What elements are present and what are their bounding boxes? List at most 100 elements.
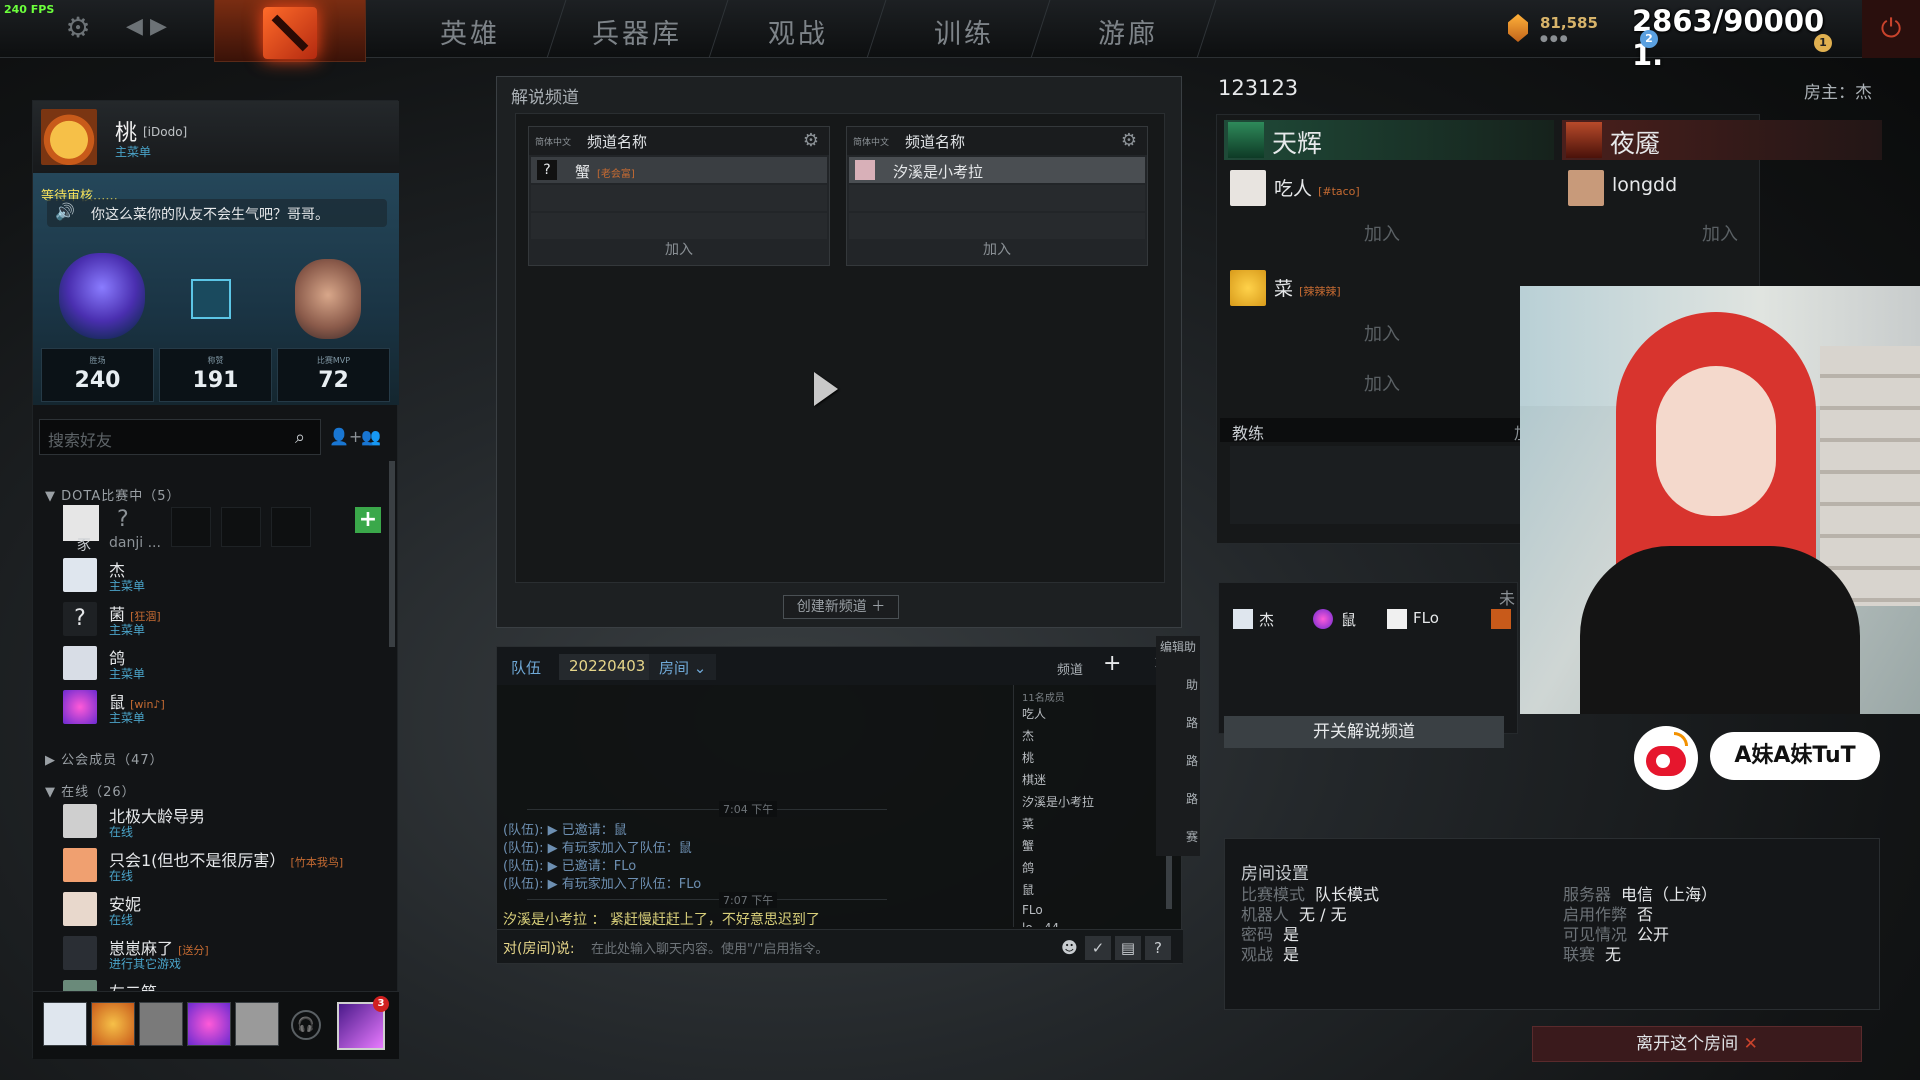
- friend-row[interactable]: 鼠 [win♪] 主菜单: [63, 687, 383, 727]
- group-dota-playing[interactable]: ▼ DOTA比赛中（5）: [45, 485, 180, 504]
- chat-timestamp: 7:07 下午: [719, 892, 778, 908]
- dota-emblem-icon: [191, 279, 231, 319]
- dock-avatar[interactable]: [187, 1002, 231, 1046]
- friend-row[interactable]: 杰 主菜单: [63, 555, 383, 595]
- unassigned-player[interactable]: FLo: [1413, 609, 1439, 627]
- headset-icon[interactable]: 🎧: [291, 1010, 321, 1040]
- dock-avatar[interactable]: [235, 1002, 279, 1046]
- dota-logo-button[interactable]: [214, 0, 366, 62]
- join-slot-button[interactable]: 加入: [1232, 370, 1532, 396]
- player-slot[interactable]: 吃人 [#taco]: [1224, 164, 1546, 212]
- notification-badge[interactable]: 2: [1640, 30, 1658, 48]
- join-slot-button[interactable]: 加入: [1232, 320, 1532, 346]
- member-item[interactable]: 鼠: [1022, 881, 1034, 898]
- add-friend-icon[interactable]: 👤+: [329, 427, 362, 446]
- friend-search-input[interactable]: 搜索好友: [39, 419, 321, 455]
- create-channel-button[interactable]: 创建新频道 ＋: [783, 595, 899, 619]
- dock-avatar[interactable]: [91, 1002, 135, 1046]
- join-slot-button[interactable]: 加入: [1570, 220, 1870, 246]
- member-item[interactable]: 菜: [1022, 815, 1034, 832]
- notification-badge[interactable]: 1: [1814, 34, 1832, 52]
- channel-settings-icon[interactable]: ⚙: [1121, 130, 1137, 151]
- webcam-person-face: [1656, 366, 1776, 516]
- settings-gear-icon[interactable]: ⚙: [62, 12, 94, 44]
- friend-name-text: 只会1(但也不是很厉害）: [109, 851, 286, 870]
- channel-empty-row: [531, 185, 827, 211]
- nav-armory[interactable]: 兵器库: [592, 12, 682, 51]
- forward-arrow-icon[interactable]: ▶: [150, 14, 167, 39]
- dock-badge: 3: [373, 996, 389, 1012]
- dock-avatar[interactable]: [139, 1002, 183, 1046]
- member-item[interactable]: FLo: [1022, 903, 1043, 917]
- emoji-icon[interactable]: ☻: [1061, 938, 1078, 957]
- member-item[interactable]: 吃人: [1022, 705, 1046, 722]
- party-slot-empty[interactable]: [171, 507, 211, 547]
- join-slot-button[interactable]: 加入: [1232, 220, 1532, 246]
- unassigned-player[interactable]: 鼠: [1341, 609, 1356, 630]
- member-item[interactable]: 杰: [1022, 727, 1034, 744]
- party-slot-empty[interactable]: [221, 507, 261, 547]
- channel-join-button[interactable]: 加入: [529, 239, 829, 259]
- toggle-commentary-button[interactable]: 开关解说频道: [1224, 716, 1504, 748]
- player-name-text: 吃人: [1274, 178, 1313, 200]
- group-guild[interactable]: ▶ 公会成员（47）: [45, 749, 164, 768]
- friend-row[interactable]: 崽崽麻了 [送分] 进行其它游戏: [63, 933, 383, 973]
- search-icon[interactable]: ⌕: [295, 427, 305, 448]
- player-slot[interactable]: 菜 [辣辣辣]: [1224, 264, 1546, 312]
- chat-time-divider: [527, 809, 887, 810]
- nav-heroes[interactable]: 英雄: [440, 12, 500, 51]
- nav-learn[interactable]: 训练: [934, 12, 994, 51]
- tab-room[interactable]: 房间 ⌄: [649, 654, 717, 680]
- channel-button[interactable]: 频道: [1057, 659, 1083, 678]
- channel-member-name: 蟹: [575, 163, 591, 181]
- group-online[interactable]: ▼ 在线（26）: [45, 781, 136, 800]
- member-item[interactable]: 蟹: [1022, 837, 1034, 854]
- chat-input[interactable]: 在此处输入聊天内容。使用"/"启用指令。: [591, 938, 828, 957]
- channel-settings-icon[interactable]: ⚙: [803, 130, 819, 151]
- channel-member-row: 汐溪是小考拉: [849, 157, 1145, 183]
- speaker-icon[interactable]: 🔊: [55, 202, 75, 221]
- friends-list-icon[interactable]: 👥: [361, 427, 381, 446]
- member-item[interactable]: 鸽: [1022, 859, 1034, 876]
- side-label: 路: [1186, 754, 1199, 768]
- shards-gem-icon: [1508, 14, 1528, 42]
- send-check-icon[interactable]: ✓: [1085, 936, 1111, 960]
- tab-date-channel[interactable]: 20220403: [559, 654, 656, 680]
- webcam-overlay: [1520, 286, 1920, 714]
- invite-plus-icon[interactable]: +: [355, 507, 381, 533]
- friend-row[interactable]: 只会1(但也不是很厉害） [竹本我鸟] 在线: [63, 845, 383, 885]
- friend-row[interactable]: 左二筑: [63, 977, 383, 991]
- member-item[interactable]: 桃: [1022, 749, 1034, 766]
- unassigned-player[interactable]: 杰: [1259, 609, 1274, 630]
- back-arrow-icon[interactable]: ◀: [126, 14, 143, 39]
- player-tag: [辣辣辣]: [1299, 285, 1341, 298]
- tab-party[interactable]: 队伍: [501, 654, 551, 680]
- add-channel-icon[interactable]: +: [1103, 651, 1121, 676]
- player-slot[interactable]: longdd: [1562, 164, 1884, 212]
- channel-name: 频道名称: [905, 133, 966, 151]
- friends-scrollbar[interactable]: [389, 461, 395, 647]
- weibo-logo-icon: [1634, 726, 1698, 790]
- party-slot-empty[interactable]: [271, 507, 311, 547]
- coach-slot: [1230, 446, 1530, 524]
- friend-row[interactable]: 鸽 主菜单: [63, 643, 383, 683]
- create-channel-label: 创建新频道: [796, 599, 867, 615]
- chat-timestamp: 7:04 下午: [719, 801, 778, 817]
- channel-join-button[interactable]: 加入: [847, 239, 1147, 259]
- member-item[interactable]: 汐溪是小考拉: [1022, 793, 1094, 810]
- profile-header[interactable]: 桃 [iDodo] 主菜单: [33, 101, 399, 173]
- nav-watch[interactable]: 观战: [768, 12, 828, 51]
- power-icon[interactable]: ⏻: [1862, 0, 1920, 58]
- friend-row[interactable]: 北极大龄导男 在线: [63, 801, 383, 841]
- help-icon[interactable]: ?: [1145, 936, 1171, 960]
- channel-card: 简体中文 频道名称 ⚙ 汐溪是小考拉 加入: [846, 126, 1148, 266]
- chat-wheel-icon[interactable]: ▤: [1115, 936, 1141, 960]
- friend-row[interactable]: ? 菌 [狂涸] 主菜单: [63, 599, 383, 639]
- member-item[interactable]: 棋迷: [1022, 771, 1046, 788]
- profile-avatar[interactable]: [41, 109, 97, 165]
- member-item[interactable]: lo...44: [1022, 921, 1059, 927]
- leave-room-button[interactable]: 离开这个房间 ✕: [1532, 1026, 1862, 1062]
- friend-row[interactable]: 安妮 在线: [63, 889, 383, 929]
- nav-arcade[interactable]: 游廊: [1098, 12, 1158, 51]
- dock-avatar[interactable]: [43, 1002, 87, 1046]
